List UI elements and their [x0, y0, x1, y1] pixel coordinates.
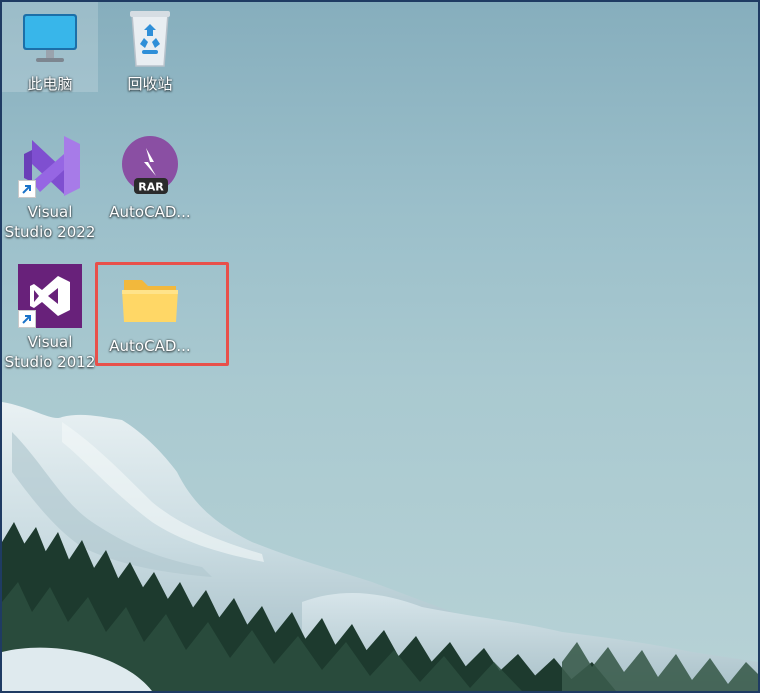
desktop-icon-this-pc[interactable]: 此电脑	[2, 2, 98, 93]
recycle-bin-label: 回收站	[127, 75, 173, 93]
highlight-box	[95, 262, 229, 366]
visual-studio-2022-icon	[18, 134, 82, 198]
autocad-rar-label: AutoCAD...	[109, 203, 191, 221]
this-pc-monitor-icon	[18, 6, 82, 70]
visual-studio-2022-label: Visual Studio 2022	[4, 203, 96, 241]
winrar-archive-icon: RAR	[118, 134, 182, 198]
shortcut-arrow-icon	[18, 180, 36, 198]
rar-badge-text: RAR	[138, 181, 164, 194]
this-pc-label: 此电脑	[27, 75, 73, 93]
desktop-screen: 此电脑 回收站 Visual Studio 2022 RAR AutoCAD..…	[0, 0, 760, 693]
recycle-bin-icon	[118, 6, 182, 70]
visual-studio-2012-label: Visual Studio 2012	[4, 333, 96, 371]
shortcut-arrow-icon	[18, 310, 36, 328]
desktop-icon-autocad-rar[interactable]: RAR AutoCAD...	[102, 130, 198, 222]
desktop-icon-recycle-bin[interactable]: 回收站	[102, 2, 198, 94]
visual-studio-2012-icon	[18, 264, 82, 328]
desktop-icon-visual-studio-2012[interactable]: Visual Studio 2012	[2, 260, 98, 372]
desktop-icon-visual-studio-2022[interactable]: Visual Studio 2022	[2, 130, 98, 242]
